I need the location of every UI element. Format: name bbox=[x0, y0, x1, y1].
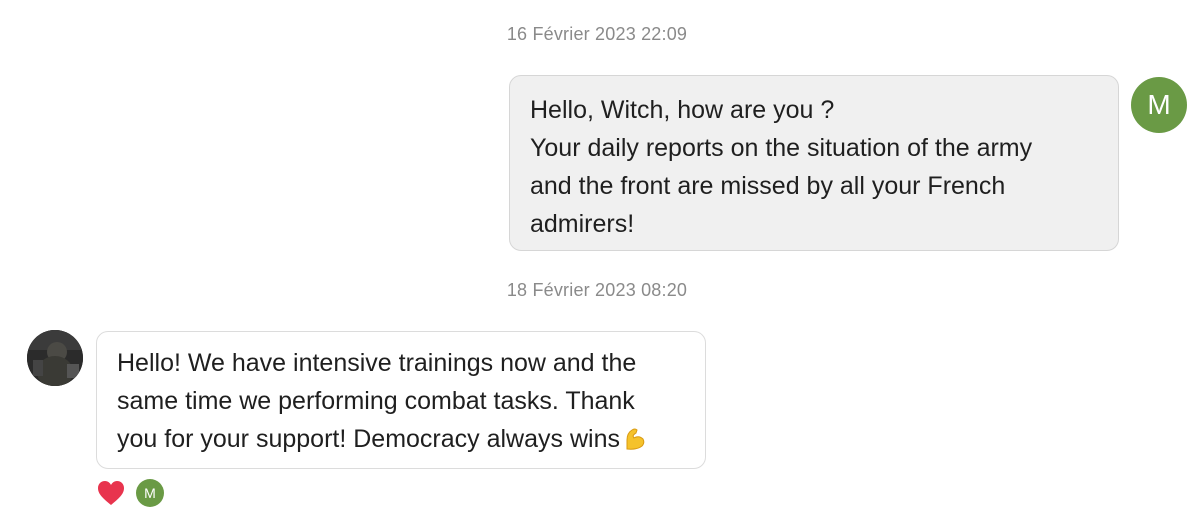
message-line: Hello, Witch, how are you ? bbox=[530, 96, 835, 124]
contact-avatar[interactable] bbox=[27, 330, 83, 386]
message-line: same time we performing combat tasks. Th… bbox=[117, 387, 635, 415]
message-line: Hello! We have intensive trainings now a… bbox=[117, 349, 637, 377]
heart-icon[interactable] bbox=[96, 479, 126, 507]
reactor-avatar[interactable]: M bbox=[136, 479, 164, 507]
sender-avatar[interactable]: M bbox=[1131, 77, 1187, 133]
message-line: Your daily reports on the situation of t… bbox=[530, 134, 1033, 162]
flexed-biceps-icon bbox=[621, 424, 647, 462]
message-timestamp: 18 Février 2023 08:20 bbox=[506, 280, 688, 300]
message-line: and the front are missed by all your Fre… bbox=[530, 172, 1006, 200]
message-reactions: M bbox=[96, 478, 164, 508]
contact-photo-icon bbox=[27, 330, 83, 386]
message-timestamp: 16 Février 2023 22:09 bbox=[506, 24, 688, 44]
incoming-message-bubble[interactable]: Hello! We have intensive trainings now a… bbox=[96, 331, 706, 469]
message-line: admirers! bbox=[530, 210, 635, 238]
message-line-text: you for your support! Democracy always w… bbox=[117, 425, 620, 453]
outgoing-message-bubble[interactable]: Hello, Witch, how are you ? Your daily r… bbox=[509, 75, 1119, 251]
message-line: you for your support! Democracy always w… bbox=[117, 420, 685, 462]
